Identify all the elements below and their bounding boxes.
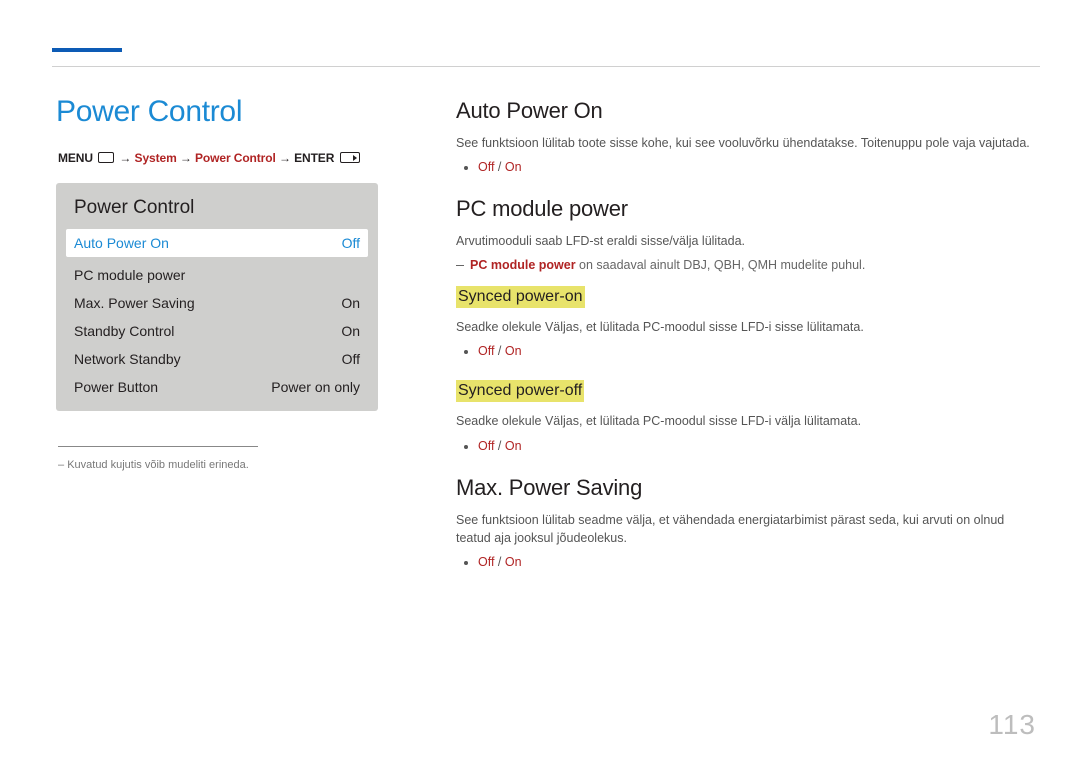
desc-synced-power-on: Seadke olekule Väljas, et lülitada PC-mo…	[456, 318, 1040, 336]
section-max-power-saving: Max. Power Saving	[456, 475, 1040, 501]
crumb-system: System	[135, 151, 177, 165]
crumb-enter: ENTER	[294, 151, 334, 165]
section-accent-bar	[52, 48, 122, 52]
panel-row-value: Power on only	[271, 379, 360, 395]
subsection-synced-power-on: Synced power-on	[456, 286, 585, 308]
panel-row-max-power-saving: Max. Power Saving On	[72, 289, 362, 317]
panel-row-value: Off	[342, 351, 360, 367]
note-pc-module-power: PC module power on saadaval ainult DBJ, …	[456, 258, 1040, 272]
panel-footnote: – Kuvatud kujutis võib mudeliti erineda.	[58, 459, 396, 471]
panel-row-label: Standby Control	[74, 323, 174, 339]
subsection-synced-power-off: Synced power-off	[456, 380, 584, 402]
page-title: Power Control	[56, 95, 396, 129]
panel-row-label: Auto Power On	[74, 235, 169, 251]
panel-row-network-standby: Network Standby Off	[72, 345, 362, 373]
crumb-power-control: Power Control	[195, 151, 276, 165]
panel-title: Power Control	[74, 197, 362, 219]
panel-row-value: On	[341, 295, 360, 311]
top-rule	[52, 66, 1040, 67]
desc-pc-module-power: Arvutimooduli saab LFD-st eraldi sisse/v…	[456, 232, 1040, 250]
menu-icon	[98, 152, 114, 163]
panel-row-auto-power-on: Auto Power On Off	[66, 229, 368, 257]
section-pc-module-power: PC module power	[456, 196, 1040, 222]
options-max-power-saving: Off / On	[456, 555, 1040, 569]
panel-row-pc-module-power: PC module power	[72, 261, 362, 289]
panel-row-label: Max. Power Saving	[74, 295, 195, 311]
crumb-menu: MENU	[58, 151, 93, 165]
enter-icon	[340, 152, 360, 163]
section-auto-power-on: Auto Power On	[456, 98, 1040, 124]
breadcrumb: MENU → System → Power Control → ENTER	[58, 151, 396, 165]
desc-auto-power-on: See funktsioon lülitab toote sisse kohe,…	[456, 134, 1040, 152]
panel-row-standby-control: Standby Control On	[72, 317, 362, 345]
page-number: 113	[988, 709, 1036, 741]
panel-row-label: PC module power	[74, 267, 185, 283]
panel-row-label: Power Button	[74, 379, 158, 395]
desc-synced-power-off: Seadke olekule Väljas, et lülitada PC-mo…	[456, 412, 1040, 430]
panel-row-value: On	[341, 323, 360, 339]
panel-row-value: Off	[342, 235, 360, 251]
settings-panel: Power Control Auto Power On Off PC modul…	[56, 183, 378, 411]
panel-row-label: Network Standby	[74, 351, 181, 367]
desc-max-power-saving: See funktsioon lülitab seadme välja, et …	[456, 511, 1040, 547]
footnote-rule	[58, 446, 258, 447]
options-synced-power-on: Off / On	[456, 344, 1040, 358]
options-synced-power-off: Off / On	[456, 439, 1040, 453]
panel-row-power-button: Power Button Power on only	[72, 373, 362, 401]
options-auto-power-on: Off / On	[456, 160, 1040, 174]
